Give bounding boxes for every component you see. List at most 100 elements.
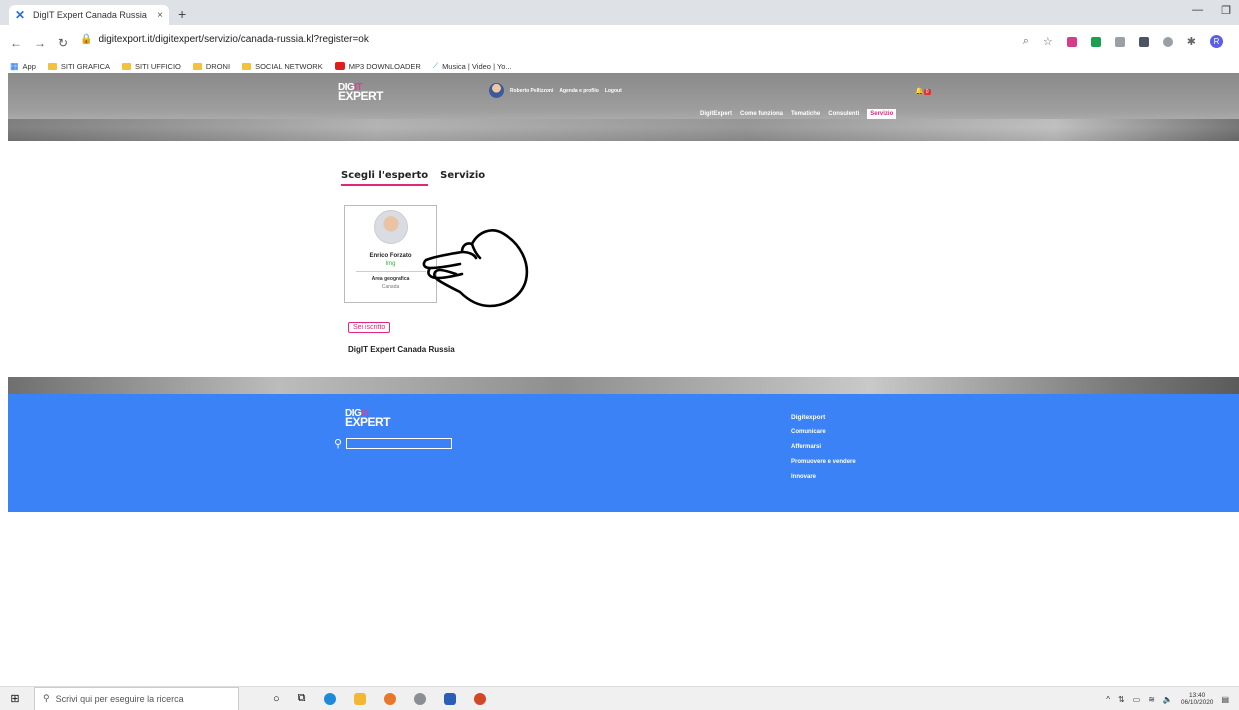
search-icon[interactable]: ⚲ [334, 437, 342, 450]
system-tray: ^ ⇅ ▭ ≋ 🔈 13:40 06/10/2020 ▤ [1106, 692, 1229, 706]
notifications-icon[interactable]: ▤ [1221, 695, 1229, 704]
lock-icon: 🔒 [80, 34, 93, 45]
wifi-icon[interactable]: ≋ [1148, 695, 1155, 704]
address-bar[interactable]: 🔒 digitexport.it/digitexpert/servizio/ca… [80, 34, 369, 45]
footer-link-comunicare[interactable]: Comunicare [791, 425, 856, 440]
extension-icon[interactable] [1066, 36, 1077, 47]
taskbar-search[interactable]: ⚲ Scrivi qui per eseguire la ricerca [34, 686, 239, 710]
service-name: DigIT Expert Canada Russia [348, 345, 455, 354]
footer-link-affermarsi[interactable]: Affermarsi [791, 440, 856, 455]
powerpoint-icon[interactable] [473, 692, 486, 705]
footer-link-promuovere[interactable]: Promuovere e vendere [791, 455, 856, 470]
restore-icon[interactable]: ❐ [1221, 4, 1231, 17]
card-divider [355, 271, 426, 272]
reload-icon[interactable]: ↻ [58, 36, 68, 50]
bookmark-apps[interactable]: ▦ App [10, 61, 36, 72]
footer-link-innovare[interactable]: Innovare [791, 470, 856, 485]
music-icon: ⟋ [432, 61, 439, 70]
tab-scegli-esperto[interactable]: Scegli l'esperto [341, 170, 429, 186]
back-icon[interactable]: ← [10, 36, 22, 50]
apps-grid-icon: ▦ [10, 60, 19, 71]
logout-link[interactable]: Logout [605, 88, 622, 94]
user-name[interactable]: Roberto Pellizzoni [510, 88, 553, 94]
content-tabs: Scegli l'esperto Servizio [341, 170, 485, 186]
task-view-icon[interactable]: ⧉ [298, 692, 306, 705]
browser-tab[interactable]: ✕ DigIT Expert Canada Russia × [9, 5, 169, 25]
bell-icon: 🔔 [915, 88, 924, 95]
firefox-icon[interactable] [383, 692, 396, 705]
nav-tematiche[interactable]: Tematiche [791, 111, 820, 117]
folder-icon [47, 62, 57, 70]
extension-icon[interactable] [1114, 36, 1125, 47]
folder-icon [192, 62, 202, 70]
chrome-icon[interactable] [413, 692, 426, 705]
main-nav: DigitExpert Come funziona Tematiche Cons… [700, 109, 897, 119]
site-footer [8, 394, 1239, 512]
puzzle-icon[interactable]: ✱ [1187, 35, 1196, 48]
footer-search: ⚲ [334, 437, 453, 450]
profile-avatar[interactable]: R [1210, 35, 1223, 48]
footer-links-title[interactable]: Digitexport [791, 410, 856, 425]
nav-buttons: ← → ↻ [10, 36, 68, 50]
edge-icon[interactable] [323, 692, 336, 705]
folder-icon [242, 62, 252, 70]
new-tab-button[interactable]: + [178, 6, 186, 22]
extension-icon[interactable] [1162, 36, 1173, 47]
tab-title: DigIT Expert Canada Russia [33, 10, 147, 20]
bookmark-mp3[interactable]: MP3 DOWNLOADER [334, 62, 421, 71]
network-icon[interactable]: ⇅ [1118, 695, 1125, 704]
volume-icon[interactable]: 🔈 [1163, 695, 1173, 704]
clock-time: 13:40 [1189, 692, 1206, 699]
notification-badge: 0 [923, 89, 931, 95]
forward-icon[interactable]: → [34, 36, 46, 50]
minimize-icon[interactable]: — [1192, 4, 1203, 17]
tab-close-icon[interactable]: × [157, 10, 163, 21]
header-mountain-bg [8, 119, 1239, 141]
agenda-link[interactable]: Agenda e profilo [559, 88, 598, 94]
clock-date: 06/10/2020 [1180, 699, 1214, 706]
taskbar-apps: ○ ⧉ [273, 692, 486, 705]
site-header: DIGIT EXPERT Roberto Pellizzoni Agenda e… [8, 73, 1239, 141]
word-icon[interactable] [443, 692, 456, 705]
site-favicon-icon: ✕ [15, 8, 26, 22]
search-input[interactable] [346, 438, 453, 449]
folder-icon [122, 62, 132, 70]
footer-links: Digitexport Comunicare Affermarsi Promuo… [791, 410, 856, 485]
bookmarks-bar: ▦ App SITI GRAFICA SITI UFFICIO DRONI SOC… [0, 59, 1239, 73]
extension-icon[interactable] [1138, 36, 1149, 47]
chevron-up-icon[interactable]: ^ [1106, 695, 1110, 704]
bookmark-folder[interactable]: SITI UFFICIO [122, 62, 181, 71]
bookmark-music[interactable]: ⟋ Musica | Video | Yo... [433, 61, 512, 71]
windows-start-icon[interactable]: ⊞ [0, 692, 30, 705]
battery-icon[interactable]: ▭ [1133, 695, 1141, 704]
zoom-icon[interactable]: ⌕ [1023, 35, 1029, 48]
nav-servizio[interactable]: Servizio [867, 109, 897, 119]
user-menu: Roberto Pellizzoni Agenda e profilo Logo… [489, 83, 622, 98]
pointing-hand-icon [422, 229, 529, 308]
extensions-bar: ⌕ ☆ ✱ R [1023, 35, 1223, 48]
youtube-icon [334, 62, 345, 70]
nav-come-funziona[interactable]: Come funziona [740, 111, 783, 117]
browser-tabbar: ✕ DigIT Expert Canada Russia × + — ❐ [0, 0, 1239, 25]
file-explorer-icon[interactable] [353, 692, 366, 705]
window-controls: — ❐ [1192, 4, 1231, 17]
subscribed-badge[interactable]: Sei iscritto [348, 322, 391, 333]
nav-digitexpert[interactable]: DigitExpert [700, 111, 732, 117]
bookmark-folder[interactable]: SITI GRAFICA [47, 62, 110, 71]
cortana-icon[interactable]: ○ [273, 693, 280, 705]
tab-servizio[interactable]: Servizio [440, 170, 485, 186]
bookmark-folder[interactable]: DRONI [192, 62, 230, 71]
notification-bell[interactable]: 🔔 0 [915, 87, 931, 95]
taskbar-search-placeholder: Scrivi qui per eseguire la ricerca [55, 693, 184, 704]
clock[interactable]: 13:40 06/10/2020 [1181, 692, 1214, 706]
url-text: digitexport.it/digitexpert/servizio/cana… [98, 34, 369, 45]
extension-icon[interactable] [1090, 36, 1101, 47]
site-logo[interactable]: DIGIT EXPERT [338, 83, 384, 103]
user-avatar[interactable] [489, 83, 504, 98]
screen: ✕ DigIT Expert Canada Russia × + — ❐ ← →… [0, 0, 1239, 710]
windows-taskbar: ⊞ ⚲ Scrivi qui per eseguire la ricerca ○… [0, 686, 1239, 710]
nav-consulenti[interactable]: Consulenti [828, 111, 859, 117]
footer-logo[interactable]: DIGIT EXPERT [345, 409, 391, 429]
bookmark-folder[interactable]: SOCIAL NETWORK [242, 62, 323, 71]
star-icon[interactable]: ☆ [1043, 35, 1053, 48]
